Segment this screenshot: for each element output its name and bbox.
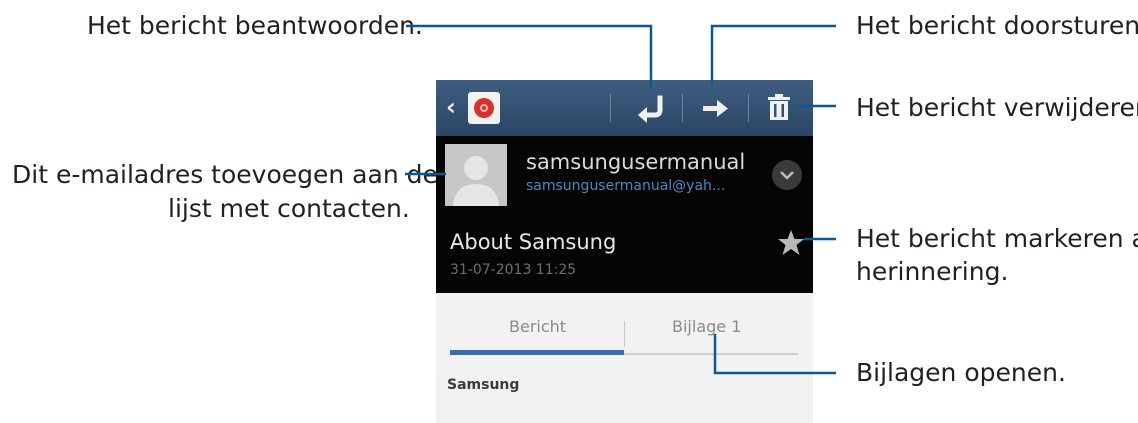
action-bar-divider xyxy=(748,94,749,122)
action-bar-divider xyxy=(610,94,611,122)
tab-divider xyxy=(624,321,625,347)
leader-reply xyxy=(406,24,653,88)
sender-name: samsungusermanual xyxy=(526,150,746,174)
callout-mark-line2: herinnering. xyxy=(856,257,1009,286)
email-viewer-screen: ‹ samsungusermanual samsungusermanual@ya… xyxy=(436,80,813,423)
chevron-down-icon[interactable] xyxy=(772,160,802,190)
forward-icon[interactable] xyxy=(695,88,735,128)
callout-attachments: Bijlagen openen. xyxy=(856,358,1066,387)
tab-bar: Bericht Bijlage 1 xyxy=(436,293,813,373)
message-subject: About Samsung xyxy=(450,230,617,254)
person-icon xyxy=(445,144,507,206)
star-icon[interactable] xyxy=(776,228,806,258)
delete-icon[interactable] xyxy=(759,88,799,128)
action-bar-divider xyxy=(682,94,683,122)
message-header: samsungusermanual samsungusermanual@yah.… xyxy=(436,136,813,293)
tab-attachment[interactable]: Bijlage 1 xyxy=(672,317,741,336)
email-app-icon[interactable] xyxy=(468,92,500,124)
contact-avatar[interactable] xyxy=(445,144,507,206)
callout-mark-line1: Het bericht markeren als xyxy=(856,224,1138,253)
message-body: Samsung xyxy=(447,377,520,393)
chevron-left-icon[interactable]: ‹ xyxy=(446,93,456,121)
message-date: 31-07-2013 11:25 xyxy=(450,262,577,278)
callout-reply: Het bericht beantwoorden. xyxy=(87,11,423,40)
tab-message[interactable]: Bericht xyxy=(509,317,566,336)
reply-icon[interactable] xyxy=(633,88,673,128)
action-bar: ‹ xyxy=(436,80,813,136)
leader-forward xyxy=(710,24,836,85)
callout-add-contact-line2: lijst met contacten. xyxy=(168,194,410,223)
callout-add-contact-line1: Dit e-mailadres toevoegen aan de xyxy=(12,160,438,189)
sender-email[interactable]: samsungusermanual@yah... xyxy=(526,178,725,194)
callout-delete: Het bericht verwijderen. xyxy=(856,93,1138,122)
callout-forward: Het bericht doorsturen. xyxy=(856,11,1138,40)
tab-indicator xyxy=(450,350,624,355)
